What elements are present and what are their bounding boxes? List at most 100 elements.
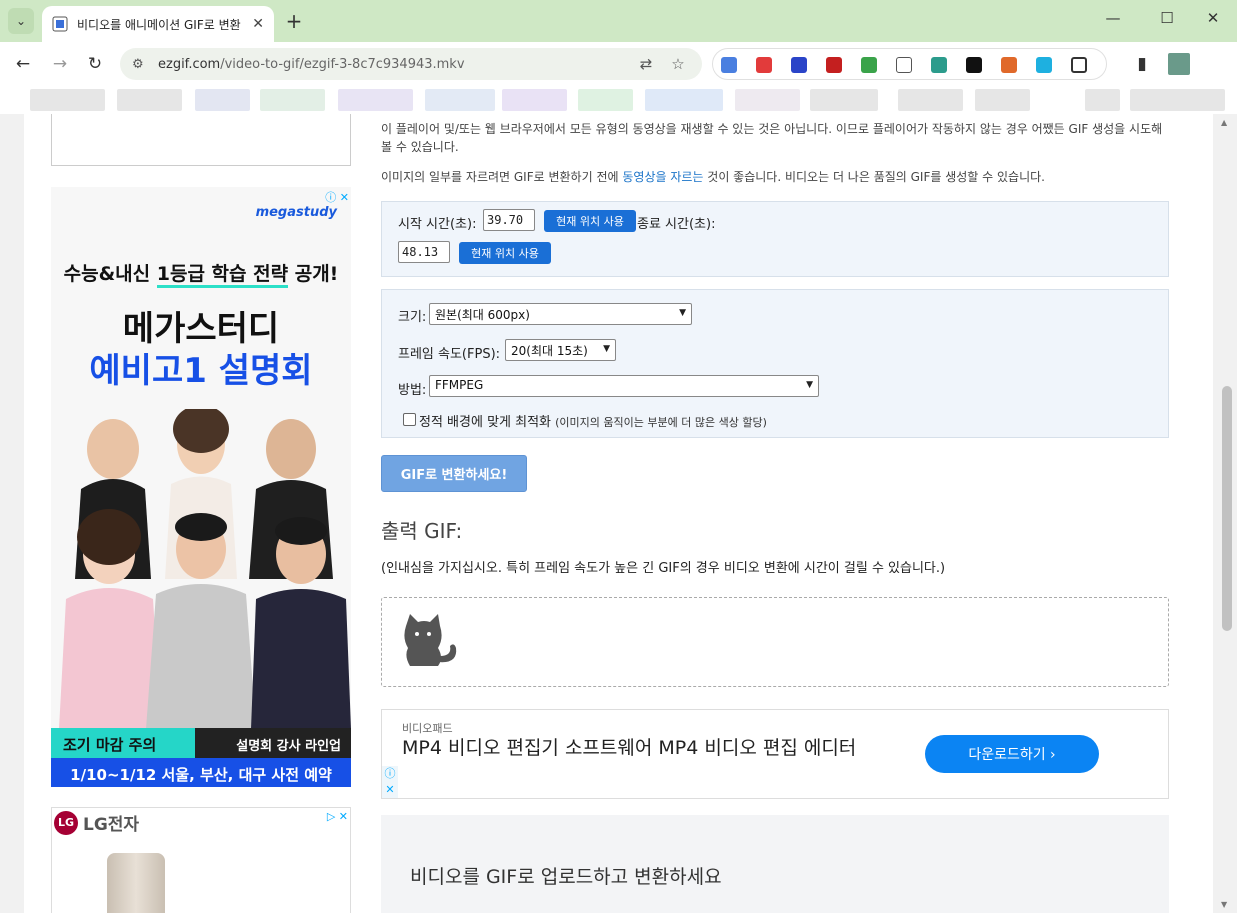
cat-placeholder-icon xyxy=(404,614,457,666)
ad-line-3: 예비고1 설명회 xyxy=(89,351,313,391)
videopad-ad[interactable]: 비디오패드 MP4 비디오 편집기 소프트웨어 MP4 비디오 편집 에디터 다… xyxy=(381,709,1169,799)
fps-label: 프레임 속도(FPS): xyxy=(398,347,501,362)
output-gif-area xyxy=(381,597,1169,687)
chat-ext-icon[interactable] xyxy=(1036,57,1052,73)
info-heading: 비디오를 GIF로 업로드하고 변환하세요 xyxy=(410,866,722,888)
browser-toolbar: ← → ↻ ⚙ ezgif.com/video-to-gif/ezgif-3-8… xyxy=(0,42,1237,86)
ad-instructors-image xyxy=(51,409,351,729)
size-select[interactable]: 원본(최대 600px) ▼ xyxy=(429,303,692,325)
method-select[interactable]: FFMPEG ▼ xyxy=(429,375,819,397)
tab-search-button[interactable]: ⌄ xyxy=(8,8,34,34)
ad-choices-icon[interactable]: ⓘ ✕ xyxy=(325,189,349,205)
megastudy-logo: megastudy xyxy=(255,205,337,220)
ad-slot-top xyxy=(51,114,351,166)
bookmark-item[interactable] xyxy=(30,89,105,111)
bookmark-star-icon[interactable]: ☆ xyxy=(669,55,687,73)
ad-choices-icon[interactable]: ⓘ ✕ xyxy=(382,766,398,798)
site-info-icon[interactable]: ⚙ xyxy=(132,57,158,72)
megastudy-ad[interactable]: ⓘ ✕ megastudy 수능&내신 1등급 학습 전략 공개! 메가스터디 … xyxy=(51,187,351,787)
bookmarks-bar xyxy=(0,86,1237,114)
tab-strip: ⌄ 비디오를 애니메이션 GIF로 변환 ✕ + xyxy=(0,0,1237,42)
bookmark-item[interactable] xyxy=(578,89,633,111)
extensions-bar xyxy=(712,48,1107,80)
chevron-down-icon: ▼ xyxy=(603,344,610,354)
ai-ext-icon[interactable] xyxy=(966,57,982,73)
bookmark-item[interactable] xyxy=(1130,89,1225,111)
bookmark-item[interactable] xyxy=(810,89,878,111)
ezgif-favicon-icon xyxy=(52,16,68,32)
lg-logo: LG LG전자 xyxy=(54,810,139,835)
end-time-label: 종료 시간(초): xyxy=(637,217,716,232)
tab-title: 비디오를 애니메이션 GIF로 변환 xyxy=(77,17,241,32)
start-time-input[interactable]: 39.70 xyxy=(483,209,535,231)
download-ext-icon[interactable] xyxy=(791,57,807,73)
start-use-current-button[interactable]: 현재 위치 사용 xyxy=(544,210,636,232)
start-time-label: 시작 시간(초): xyxy=(398,217,477,232)
bookmark-item[interactable] xyxy=(1085,89,1120,111)
close-window-button[interactable]: ✕ xyxy=(1193,9,1233,27)
ad-line-1: 수능&내신 1등급 학습 전략 공개! xyxy=(51,259,351,288)
output-heading: 출력 GIF: xyxy=(381,519,463,543)
convert-to-gif-button[interactable]: GIF로 변환하세요! xyxy=(381,455,527,492)
url-path: /video-to-gif/ezgif-3-8c7c934943.mkv xyxy=(220,56,465,72)
bookmark-item[interactable] xyxy=(645,89,723,111)
page-scrollbar[interactable]: ▲ ▼ xyxy=(1217,114,1237,913)
page-viewport: ⓘ ✕ megastudy 수능&내신 1등급 학습 전략 공개! 메가스터디 … xyxy=(0,114,1237,913)
lg-ad[interactable]: LG LG전자 ▷ ✕ xyxy=(51,807,351,913)
bookmark-item[interactable] xyxy=(260,89,325,111)
lg-product-image xyxy=(107,853,165,913)
options-panel: 크기: 원본(최대 600px) ▼ 프레임 속도(FPS): 20(최대 15초… xyxy=(381,289,1169,438)
ad-advertiser: 비디오패드 xyxy=(402,722,453,735)
bookmark-item[interactable] xyxy=(425,89,495,111)
method-label: 방법: xyxy=(398,383,427,398)
intro-line-1: 이 플레이어 및/또는 웹 브라우저에서 모든 유형의 동영상을 재생할 수 있… xyxy=(381,122,1163,154)
wait-note: (인내심을 가지십시오. 특히 프레임 속도가 높은 긴 GIF의 경우 비디오… xyxy=(381,561,946,576)
profile-avatar[interactable] xyxy=(1168,53,1190,75)
bookmark-item[interactable] xyxy=(735,89,800,111)
pdf-ext-icon[interactable] xyxy=(826,57,842,73)
translate-icon[interactable]: ⇄ xyxy=(637,55,655,73)
active-tab[interactable]: 비디오를 애니메이션 GIF로 변환 ✕ xyxy=(42,6,274,42)
side-panel-icon[interactable]: ▮ xyxy=(1130,52,1154,76)
bookmark-item[interactable] xyxy=(338,89,413,111)
tab-close-icon[interactable]: ✕ xyxy=(252,16,264,32)
fps-select[interactable]: 20(최대 15초) ▼ xyxy=(505,339,616,361)
bookmark-item[interactable] xyxy=(502,89,567,111)
crop-video-link[interactable]: 동영상을 자르는 xyxy=(622,170,703,184)
maximize-button[interactable]: ☐ xyxy=(1147,9,1187,27)
intro-line-2: 이미지의 일부를 자르려면 GIF로 변환하기 전에 동영상을 자르는 것이 좋… xyxy=(381,170,1045,184)
page-content: ⓘ ✕ megastudy 수능&내신 1등급 학습 전략 공개! 메가스터디 … xyxy=(24,114,1213,913)
web-ext-icon[interactable] xyxy=(931,57,947,73)
ad-date-bar: 1/10~1/12 서울, 부산, 대구 사전 예약 xyxy=(51,758,351,787)
bookmark-ext-icon[interactable] xyxy=(896,57,912,73)
ad-banner-bar: 조기 마감 주의 설명회 강사 라인업 xyxy=(51,728,351,758)
translate-ext-icon[interactable] xyxy=(721,57,737,73)
scroll-up-icon[interactable]: ▲ xyxy=(1221,118,1227,127)
chevron-down-icon: ▼ xyxy=(679,308,686,318)
scrollbar-thumb[interactable] xyxy=(1222,386,1232,631)
download-button[interactable]: 다운로드하기 › xyxy=(925,735,1099,773)
end-time-input[interactable]: 48.13 xyxy=(398,241,450,263)
time-panel: 시작 시간(초): 39.70 현재 위치 사용 종료 시간(초): 48.13… xyxy=(381,201,1169,277)
bookmark-item[interactable] xyxy=(975,89,1030,111)
url-domain: ezgif.com xyxy=(158,56,221,72)
scroll-down-icon[interactable]: ▼ xyxy=(1221,900,1227,909)
bookmark-item[interactable] xyxy=(898,89,963,111)
forward-arrow-icon[interactable]: → xyxy=(48,52,72,76)
plant-ext-icon[interactable] xyxy=(861,57,877,73)
bookmark-item[interactable] xyxy=(117,89,182,111)
back-arrow-icon[interactable]: ← xyxy=(11,52,35,76)
size-label: 크기: xyxy=(398,310,427,325)
minimize-button[interactable]: — xyxy=(1093,9,1133,27)
color-ext-icon[interactable] xyxy=(1001,57,1017,73)
bookmark-item[interactable] xyxy=(195,89,250,111)
ad-headline: MP4 비디오 편집기 소프트웨어 MP4 비디오 편집 에디터 xyxy=(402,737,857,759)
reload-icon[interactable]: ↻ xyxy=(83,52,107,76)
media-ext-icon[interactable] xyxy=(756,57,772,73)
new-tab-button[interactable]: + xyxy=(282,9,306,33)
address-bar[interactable]: ⚙ ezgif.com/video-to-gif/ezgif-3-8c7c934… xyxy=(120,48,702,80)
ad-choices-icon[interactable]: ▷ ✕ xyxy=(327,810,348,823)
puzzle-extensions-icon[interactable] xyxy=(1071,57,1087,73)
end-use-current-button[interactable]: 현재 위치 사용 xyxy=(459,242,551,264)
optimize-checkbox[interactable] xyxy=(403,413,416,426)
